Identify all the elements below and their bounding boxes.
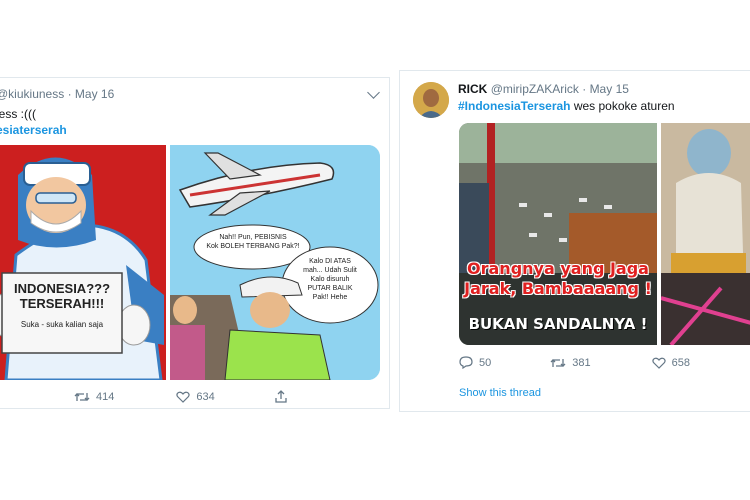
right-tweet-meme-image[interactable]: Orangnya yang Jaga Jarak, Bambaaaang ! B… [459, 123, 657, 345]
right-tweet-second-image[interactable] [661, 123, 750, 345]
left-tweet-actions: 414 634 [74, 390, 314, 403]
comic-bubble2-line2: mah... Udah Sulit [303, 267, 357, 274]
left-tweet-poster-image[interactable]: INDONESIA??? TERSERAH!!! Suka - suka kal… [0, 145, 166, 380]
left-tweet-text: less :((( [0, 107, 36, 121]
comic-bubble2-line3: Kalo disuruh [310, 276, 350, 283]
poster-sign-line3: Suka - suka kalian saja [20, 320, 104, 329]
avatar[interactable] [413, 82, 449, 118]
right-tweet-text: #IndonesiaTerserah wes pokoke aturen [458, 99, 675, 113]
meme-text-line3: BUKAN SANDALNYA ! [468, 315, 648, 333]
right-tweet-handle[interactable]: @miripZAKArick [491, 82, 579, 96]
left-like-count: 634 [196, 390, 215, 403]
meme-text-line1: Orangnya yang Jaga [467, 259, 649, 278]
comic-bubble2-line4: PUTAR BALIK [307, 285, 353, 292]
chevron-down-icon[interactable] [367, 86, 380, 99]
like-icon [651, 357, 666, 369]
comic-bubble1-line1: Nah!! Pun, PEBISNIS [219, 234, 287, 241]
like-icon [176, 391, 191, 403]
right-like-count: 658 [671, 356, 690, 369]
right-tweet-hashtag[interactable]: #IndonesiaTerserah [458, 99, 571, 113]
poster-sign-line2: TERSERAH!!! [19, 296, 105, 311]
right-tweet-header: RICK @miripZAKArick · May 15 [458, 82, 629, 96]
left-retweet-count: 414 [96, 390, 115, 403]
left-tweet-header: @kiukiuness · May 16 [0, 87, 114, 101]
health-worker-illustration [0, 145, 166, 380]
comic-bubble1-line2: Kok BOLEH TERBANG Pak?! [206, 243, 300, 250]
show-thread-link[interactable]: Show this thread [459, 387, 541, 399]
right-retweet-count: 381 [572, 356, 591, 369]
header-separator: · [67, 87, 72, 101]
right-reply-count: 50 [479, 356, 492, 369]
share-icon [275, 390, 287, 403]
right-tweet-text-rest: wes pokoke aturen [570, 99, 675, 113]
right-tweet-card[interactable]: RICK @miripZAKArick · May 15 #IndonesiaT… [399, 70, 750, 412]
retweet-icon [550, 358, 566, 367]
avatar-image [413, 82, 449, 118]
left-retweet-button[interactable]: 414 [74, 391, 114, 403]
left-share-button[interactable] [275, 390, 287, 403]
comic-bubble2-line1: Kalo DI ATAS [309, 258, 351, 265]
seated-person-photo [661, 123, 750, 345]
meme-text-line2: Jarak, Bambaaaang ! [464, 279, 652, 298]
left-tweet-date[interactable]: May 16 [75, 87, 114, 101]
left-tweet-card[interactable]: @kiukiuness · May 16 less :((( esiaterse… [0, 77, 390, 409]
comic-bubble2-line5: Pak!! Hehe [312, 294, 348, 301]
left-tweet-hashtag[interactable]: esiaterserah [0, 123, 67, 137]
left-tweet-handle[interactable]: @kiukiuness [0, 87, 64, 101]
right-retweet-button[interactable]: 381 [550, 356, 591, 369]
left-tweet-comic-image[interactable]: Nah!! Pun, PEBISNIS Kok BOLEH TERBANG Pa… [170, 145, 380, 380]
reply-icon [459, 356, 473, 369]
right-tweet-date[interactable]: May 15 [590, 82, 629, 96]
sandals-meme-photo [459, 123, 657, 345]
retweet-icon [74, 392, 90, 401]
header-separator: · [582, 82, 587, 96]
left-like-button[interactable]: 634 [176, 390, 215, 403]
right-like-button[interactable]: 658 [651, 356, 690, 369]
right-tweet-actions: 50 381 658 [459, 356, 749, 369]
right-reply-button[interactable]: 50 [459, 356, 491, 369]
poster-sign-line1: INDONESIA??? [13, 281, 111, 296]
right-tweet-name[interactable]: RICK [458, 82, 487, 96]
